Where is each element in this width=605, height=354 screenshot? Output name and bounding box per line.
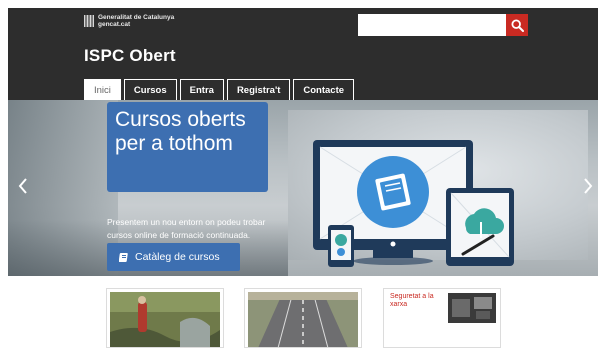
site-title[interactable]: ISPC Obert xyxy=(84,46,176,66)
course-thumbnail xyxy=(248,292,358,347)
course-card[interactable]: Seguretat a la xarxa xyxy=(383,288,501,348)
tab-inici[interactable]: Inici xyxy=(84,79,121,100)
carousel-next-button[interactable] xyxy=(579,176,597,200)
course-card[interactable] xyxy=(106,288,224,348)
page-frame: Generalitat de Catalunya gencat.cat ISPC… xyxy=(8,8,598,348)
book-icon xyxy=(119,252,128,262)
tab-contacte[interactable]: Contacte xyxy=(293,79,355,100)
gencat-line1: Generalitat de Catalunya xyxy=(98,14,175,21)
hero-carousel: Cursos oberts per a tothom Presentem un … xyxy=(8,100,598,276)
book-circle-icon xyxy=(357,156,429,228)
gencat-logo-icon xyxy=(84,15,94,27)
phone-icon xyxy=(328,225,354,267)
carousel-prev-button[interactable] xyxy=(14,176,32,200)
tab-cursos[interactable]: Cursos xyxy=(123,79,177,100)
catalog-button-label: Catàleg de cursos xyxy=(135,251,220,263)
tablet-icon xyxy=(446,188,514,266)
gencat-logo-link[interactable]: Generalitat de Catalunya gencat.cat xyxy=(84,14,174,28)
devices-illustration xyxy=(313,140,514,267)
site-header: Generalitat de Catalunya gencat.cat ISPC… xyxy=(8,8,598,100)
chevron-left-icon xyxy=(18,178,27,194)
tab-entra[interactable]: Entra xyxy=(179,79,224,100)
search-bar xyxy=(358,14,528,36)
hero-headline: Cursos oberts per a tothom xyxy=(115,108,246,155)
search-input[interactable] xyxy=(358,14,506,36)
hero-subtext: Presentem un nou entorn on podeu trobar … xyxy=(107,217,266,240)
search-button[interactable] xyxy=(506,14,528,36)
course-cards: Seguretat a la xarxa xyxy=(8,276,598,348)
hero-headline-box: Cursos oberts per a tothom xyxy=(107,102,268,192)
tab-registrat[interactable]: Registra't xyxy=(226,79,291,100)
main-nav: Inici Cursos Entra Registra't Contacte xyxy=(84,79,355,100)
search-icon xyxy=(510,18,524,32)
gencat-line2: gencat.cat xyxy=(98,21,131,28)
catalog-button[interactable]: Catàleg de cursos xyxy=(107,243,240,271)
course-thumbnail xyxy=(110,292,220,347)
course-card-title: Seguretat a la xarxa xyxy=(390,293,434,308)
gencat-logo-text: Generalitat de Catalunya gencat.cat xyxy=(98,14,174,28)
chevron-right-icon xyxy=(584,178,593,194)
course-thumbnail xyxy=(448,293,496,323)
course-card[interactable] xyxy=(244,288,362,348)
